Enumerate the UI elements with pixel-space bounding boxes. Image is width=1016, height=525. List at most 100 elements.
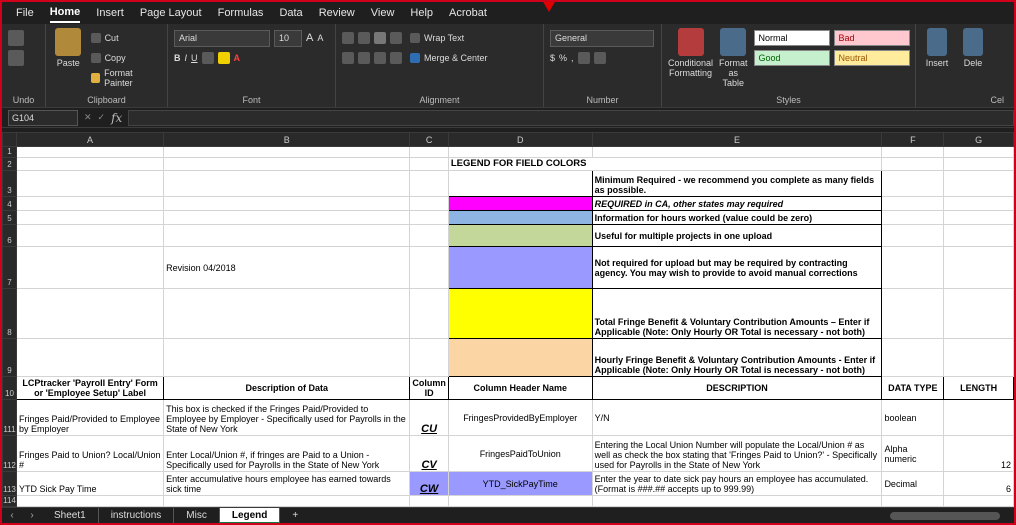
horizontal-scrollbar[interactable] — [890, 512, 1000, 520]
row-header[interactable]: 112 — [2, 435, 17, 472]
align-right-icon[interactable] — [374, 52, 386, 64]
menu-help[interactable]: Help — [410, 4, 433, 22]
cell-column-header-name[interactable]: FringesPaidToUnion — [447, 435, 593, 472]
indent-icon[interactable] — [390, 52, 402, 64]
cell-column-header-name[interactable]: YTD_SickPayTime — [447, 471, 593, 496]
table-row[interactable]: 112 Fringes Paid to Union? Local/Union #… — [2, 435, 1014, 472]
italic-icon[interactable]: I — [185, 53, 188, 63]
row-header[interactable]: 114 — [2, 495, 17, 507]
row-header[interactable]: 5 — [2, 210, 17, 225]
menu-acrobat[interactable]: Acrobat — [449, 4, 487, 22]
sheet-tab-misc[interactable]: Misc — [174, 507, 220, 523]
row-header[interactable]: 9 — [2, 338, 17, 377]
menu-view[interactable]: View — [371, 4, 395, 22]
insert-button[interactable]: Insert — [922, 28, 952, 93]
style-normal[interactable]: Normal — [753, 30, 830, 46]
row-header[interactable]: 10 — [2, 376, 17, 400]
cancel-icon[interactable]: ✕ — [84, 112, 92, 123]
cell-label[interactable]: Fringes Paid/Provided to Employee by Emp… — [15, 399, 165, 436]
cell-data-description[interactable]: Enter Local/Union #, if fringes are Paid… — [163, 435, 411, 472]
borders-icon[interactable] — [201, 52, 214, 64]
cell-label[interactable]: YTD Sick Pay Time — [15, 471, 165, 496]
cell-description[interactable]: Enter the year to date sick pay hours an… — [591, 471, 883, 496]
delete-button[interactable]: Dele — [958, 28, 988, 93]
wrap-text-button[interactable]: Wrap Text — [410, 28, 488, 48]
style-good[interactable]: Good — [753, 50, 830, 66]
align-left-icon[interactable] — [342, 52, 354, 64]
cell-description[interactable]: Y/N — [591, 399, 883, 436]
align-middle-icon[interactable] — [358, 32, 370, 44]
table-row[interactable]: 113 YTD Sick Pay Time Enter accumulative… — [2, 471, 1014, 496]
cell-column-id[interactable]: CU — [409, 399, 449, 436]
redo-icon[interactable] — [8, 50, 24, 66]
style-neutral[interactable]: Neutral — [833, 50, 910, 66]
menu-home[interactable]: Home — [49, 3, 81, 23]
menu-data[interactable]: Data — [279, 4, 302, 22]
conditional-formatting-button[interactable]: Conditional Formatting — [668, 28, 713, 93]
menu-insert[interactable]: Insert — [96, 4, 124, 22]
copy-button[interactable]: Copy — [90, 48, 161, 68]
format-as-table-button[interactable]: Format as Table — [719, 28, 748, 93]
percent-icon[interactable]: % — [559, 53, 567, 63]
row-header[interactable]: 4 — [2, 196, 17, 211]
font-color-icon[interactable]: A — [234, 53, 241, 63]
align-top-icon[interactable] — [342, 32, 354, 44]
sheet-tab-sheet1[interactable]: Sheet1 — [42, 507, 99, 523]
cell-data-type[interactable]: boolean — [881, 399, 945, 436]
menu-file[interactable]: File — [16, 4, 34, 22]
sheet-tab-instructions[interactable]: instructions — [99, 507, 175, 523]
undo-icon[interactable] — [8, 30, 24, 46]
orientation-icon[interactable] — [390, 32, 402, 44]
row-header[interactable]: 3 — [2, 170, 17, 197]
menu-page-layout[interactable]: Page Layout — [140, 4, 202, 22]
cell-length[interactable]: 12 — [943, 435, 1014, 472]
cell-column-header-name[interactable]: FringesProvidedByEmployer — [447, 399, 593, 436]
function-icon[interactable]: fx — [111, 111, 122, 125]
cell-description[interactable]: Entering the Local Union Number will pop… — [591, 435, 883, 472]
row-header[interactable]: 2 — [2, 157, 17, 171]
column-header-d[interactable]: D — [447, 132, 593, 147]
cell-length[interactable]: 6 — [943, 471, 1014, 496]
row-header[interactable]: 113 — [2, 471, 17, 496]
column-header-f[interactable]: F — [881, 132, 945, 147]
paste-button[interactable]: Paste — [52, 28, 85, 93]
cell-label[interactable]: Fringes Paid to Union? Local/Union # — [15, 435, 165, 472]
fill-color-icon[interactable] — [217, 52, 230, 64]
column-header-e[interactable]: E — [591, 132, 883, 147]
table-row[interactable]: 111 Fringes Paid/Provided to Employee by… — [2, 399, 1014, 436]
decrease-decimal-icon[interactable] — [593, 52, 606, 64]
cell-length[interactable] — [943, 399, 1014, 436]
cell-data-type[interactable]: Alpha numeric — [881, 435, 945, 472]
underline-icon[interactable]: U — [191, 53, 198, 63]
column-header-b[interactable]: B — [163, 132, 411, 147]
style-bad[interactable]: Bad — [833, 30, 910, 46]
cut-button[interactable]: Cut — [90, 28, 161, 48]
increase-decimal-icon[interactable] — [577, 52, 590, 64]
column-header-g[interactable]: G — [943, 132, 1014, 147]
grow-font-icon[interactable]: A — [306, 32, 313, 44]
format-painter-button[interactable]: Format Painter — [90, 68, 161, 88]
currency-icon[interactable]: $ — [550, 53, 555, 63]
row-header[interactable]: 6 — [2, 224, 17, 247]
align-center-icon[interactable] — [358, 52, 370, 64]
align-bottom-icon[interactable] — [374, 32, 386, 44]
column-header-c[interactable]: C — [409, 132, 449, 147]
comma-icon[interactable]: , — [571, 53, 574, 63]
enter-icon[interactable]: ✓ — [98, 112, 106, 123]
formula-input[interactable] — [128, 109, 1014, 126]
menu-review[interactable]: Review — [319, 4, 355, 22]
cell-column-id[interactable]: CV — [409, 435, 449, 472]
cell-data-description[interactable]: This box is checked if the Fringes Paid/… — [163, 399, 411, 436]
cell-column-id[interactable]: CW — [409, 471, 449, 496]
column-header-a[interactable]: A — [15, 132, 165, 147]
menu-formulas[interactable]: Formulas — [218, 4, 264, 22]
bold-icon[interactable]: B — [174, 53, 181, 63]
cell-data-type[interactable]: Decimal — [881, 471, 945, 496]
row-header[interactable]: 8 — [2, 288, 17, 339]
cell-data-description[interactable]: Enter accumulative hours employee has ea… — [163, 471, 411, 496]
shrink-font-icon[interactable]: A — [317, 33, 323, 43]
merge-center-button[interactable]: Merge & Center — [410, 48, 488, 68]
name-box[interactable]: G104 — [8, 109, 78, 126]
prev-sheet-icon[interactable]: ‹ — [2, 510, 22, 521]
add-sheet-button[interactable]: + — [280, 508, 310, 524]
